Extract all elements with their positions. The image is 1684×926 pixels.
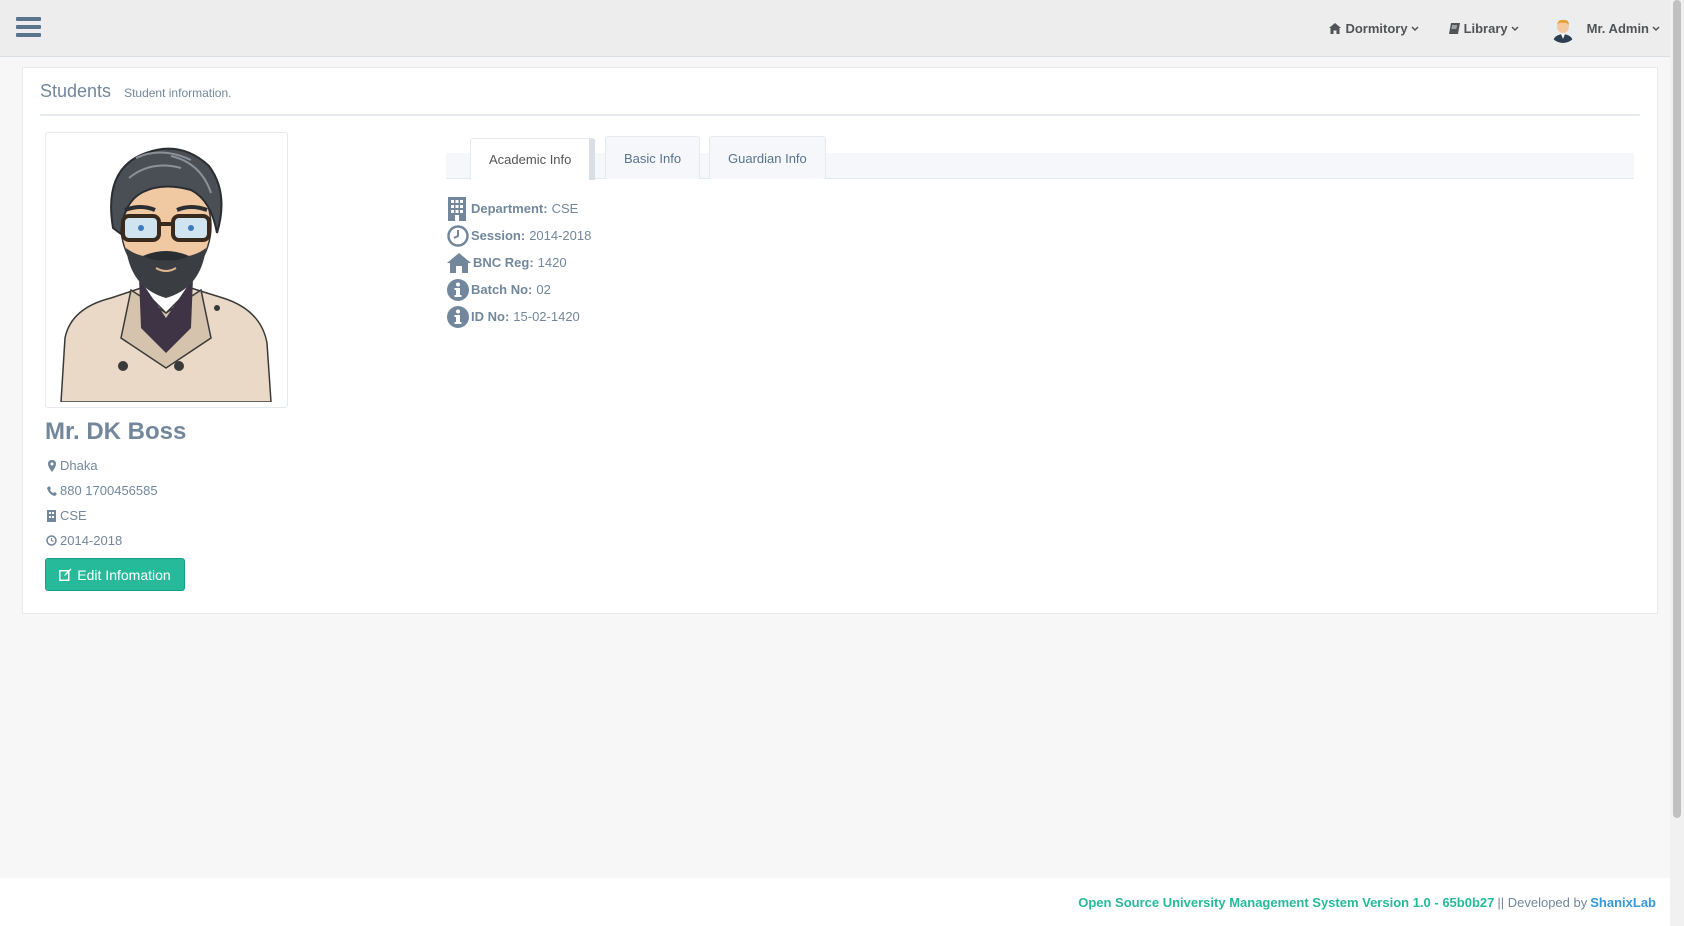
profile-session: 2014-2018 [45,528,158,553]
info-icon [447,305,471,328]
info-department-value: CSE [551,201,579,216]
building-icon [45,509,58,522]
info-session-value: 2014-2018 [529,228,592,243]
profile-department-text: CSE [60,508,87,523]
footer: Open Source University Management System… [0,878,1670,926]
tab-guardian-info-label: Guardian Info [728,150,807,166]
tab-basic-info-label: Basic Info [624,150,682,166]
nav-dormitory-label: Dormitory [1345,21,1408,36]
page-subtitle: Student information. [124,86,232,100]
info-batch-no: Batch No: 02 [447,276,591,303]
clock-icon [447,224,471,247]
info-id-no: ID No: 15-02-1420 [447,303,591,330]
chevron-down-icon [1652,25,1660,32]
profile-location: Dhaka [45,453,158,478]
info-id-no-value: 15-02-1420 [513,309,580,324]
home-icon [447,252,473,273]
nav-menu: Dormitory Library Mr. Admin [1299,0,1660,57]
nav-library-label: Library [1463,21,1508,36]
panel-header: Students Student information. [40,68,1640,116]
footer-system-text: Open Source University Management System… [1078,894,1495,910]
edit-information-button[interactable]: Edit Infomation [45,558,185,591]
profile-avatar-illustration [51,138,282,403]
page-title: Students [40,80,112,101]
tab-academic-info-label: Academic Info [489,152,572,167]
footer-separator: || Developed by [1497,894,1588,910]
menu-toggle-icon[interactable] [16,17,41,38]
avatar [1548,14,1577,43]
info-batch-no-label: Batch No: [471,282,533,297]
academic-info-list: Department: CSE Session: 2014-2018 BNC R… [447,195,591,330]
top-navbar: Dormitory Library Mr. Admin [0,0,1684,57]
info-bnc-reg-label: BNC Reg: [473,255,534,270]
edit-icon [59,568,72,581]
chevron-down-icon [1411,25,1419,32]
tab-guardian-info[interactable]: Guardian Info [709,136,826,179]
info-session-label: Session: [471,228,526,243]
info-icon [447,278,471,301]
student-name: Mr. DK Boss [45,418,187,445]
info-batch-no-value: 02 [536,282,551,297]
profile-details: Dhaka 880 1700456585 CSE 2014-2018 [45,453,158,553]
info-session: Session: 2014-2018 [447,222,591,249]
profile-session-text: 2014-2018 [60,533,123,548]
profile-phone: 880 1700456585 [45,478,158,503]
scrollbar-thumb[interactable] [1673,0,1681,818]
info-department-label: Department: [471,201,548,216]
student-panel: Students Student information. Mr. DK Bos… [22,67,1658,614]
clock-icon [45,535,58,546]
phone-icon [45,485,58,496]
tab-academic-info[interactable]: Academic Info [470,138,596,180]
book-icon [1448,23,1460,34]
map-marker-icon [45,459,58,472]
nav-user-label: Mr. Admin [1586,21,1649,36]
profile-department: CSE [45,503,158,528]
nav-dormitory[interactable]: Dormitory [1329,21,1419,36]
chevron-down-icon [1511,25,1519,32]
home-icon [1329,23,1342,34]
footer-developer-link[interactable]: ShanixLab [1590,895,1656,910]
scrollbar[interactable] [1670,0,1684,926]
info-department: Department: CSE [447,195,591,222]
info-bnc-reg: BNC Reg: 1420 [447,249,591,276]
info-bnc-reg-value: 1420 [537,255,567,270]
profile-phone-text: 880 1700456585 [60,483,158,498]
profile-photo [45,132,288,408]
nav-user-menu[interactable]: Mr. Admin [1548,14,1660,43]
info-id-no-label: ID No: [471,309,510,324]
edit-information-label: Edit Infomation [77,566,171,583]
profile-location-text: Dhaka [60,458,98,473]
tab-basic-info[interactable]: Basic Info [605,136,701,179]
nav-library[interactable]: Library [1448,21,1519,36]
building-icon [447,196,471,221]
